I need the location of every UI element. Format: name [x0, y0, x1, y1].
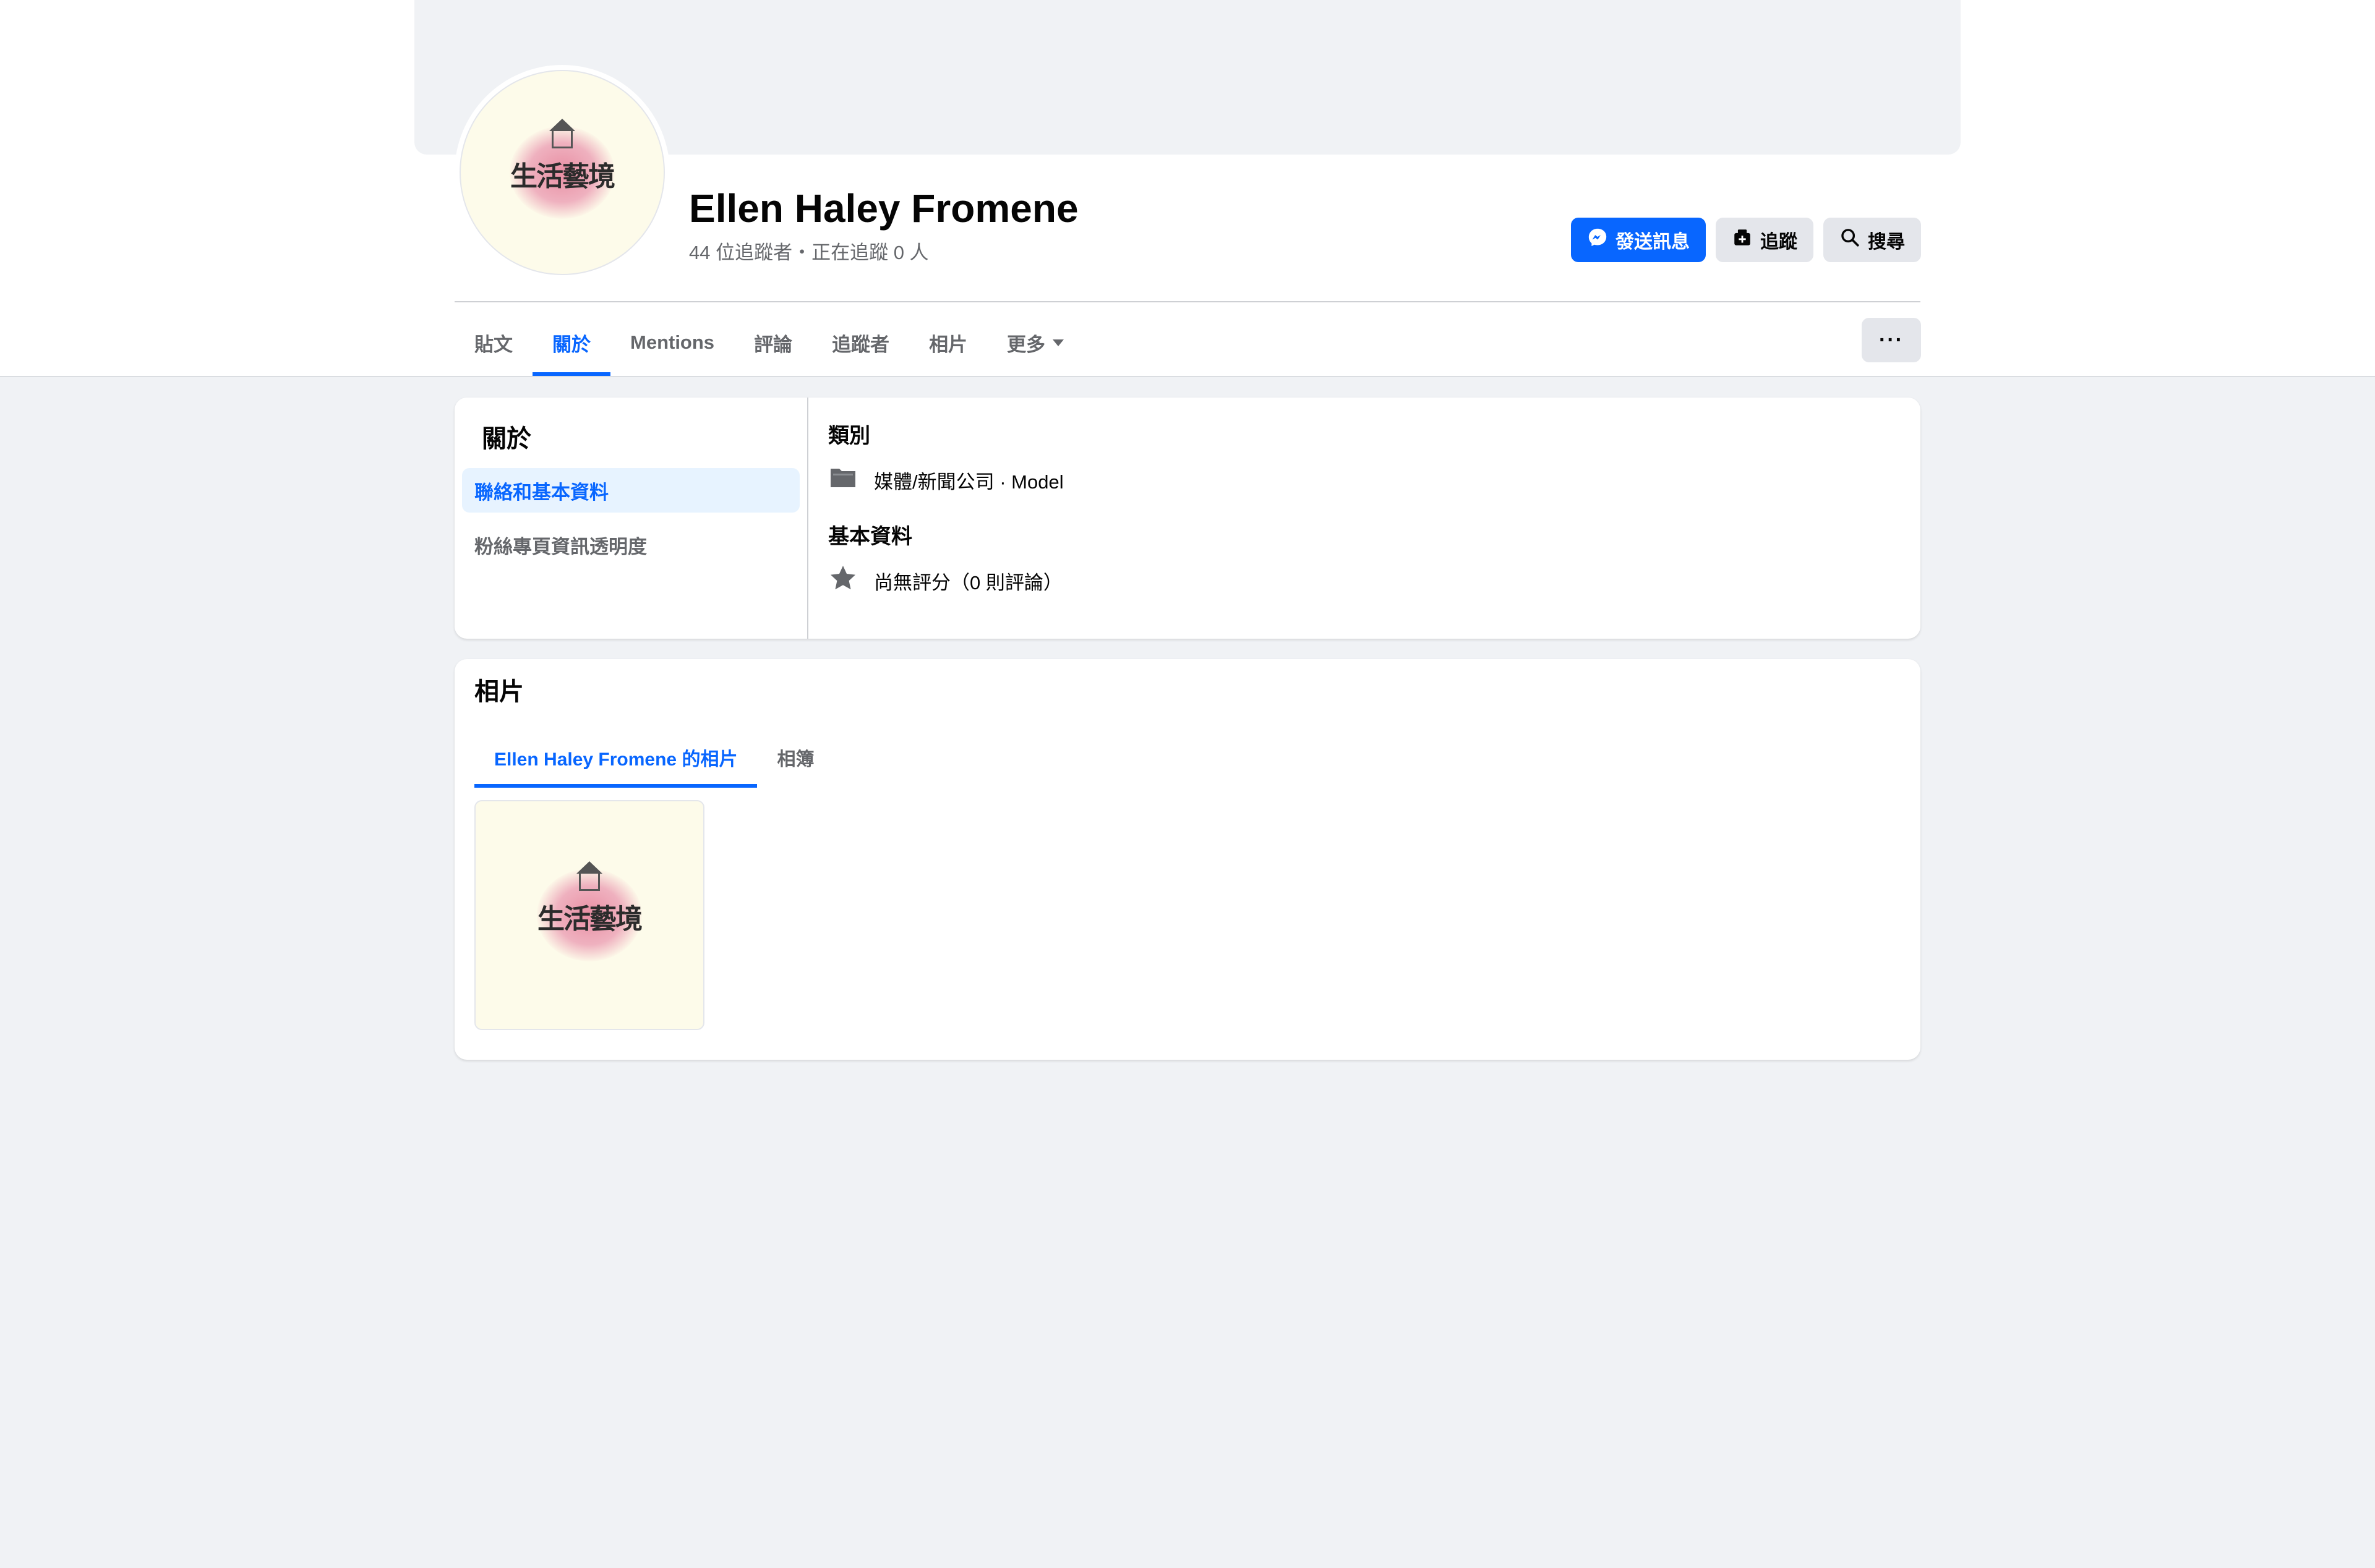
- profile-tabs: 貼文 關於 Mentions 評論 追蹤者 相片 更多: [455, 309, 1084, 376]
- tab-more-label: 更多: [1007, 333, 1046, 356]
- profile-name: Ellen Haley Fromene: [689, 186, 1079, 231]
- send-message-label: 發送訊息: [1615, 232, 1690, 252]
- about-title: 關於: [482, 425, 531, 453]
- tab-followers[interactable]: 追蹤者: [812, 309, 909, 376]
- category-row: 媒體/新聞公司 · Model: [828, 462, 1896, 497]
- chevron-down-icon: [1053, 339, 1064, 346]
- profile-actions: 發送訊息 追蹤 搜尋: [1571, 218, 1921, 262]
- header-divider: [455, 301, 1920, 302]
- about-sidebar: 關於 聯絡和基本資料 粉絲專頁資訊透明度: [455, 398, 808, 639]
- category-value[interactable]: 媒體/新聞公司 · Model: [874, 466, 1064, 494]
- category-title: 類別: [828, 424, 870, 448]
- follow-label: 追蹤: [1760, 232, 1797, 252]
- messenger-icon: [1587, 227, 1608, 253]
- search-button[interactable]: 搜尋: [1823, 218, 1921, 262]
- brand-logo: 生活藝境: [537, 861, 643, 961]
- search-label: 搜尋: [1868, 232, 1905, 252]
- search-icon: [1839, 227, 1860, 253]
- about-nav-page-transparency[interactable]: 粉絲專頁資訊透明度: [462, 522, 800, 567]
- tab-albums[interactable]: 相簿: [757, 727, 834, 788]
- tab-posts[interactable]: 貼文: [455, 309, 533, 376]
- photos-title[interactable]: 相片: [474, 671, 524, 707]
- send-message-button[interactable]: 發送訊息: [1571, 218, 1706, 262]
- more-options-button[interactable]: ···: [1862, 318, 1921, 362]
- tab-about[interactable]: 關於: [533, 309, 610, 376]
- category-icon: [828, 462, 858, 497]
- avatar-image: 生活藝境: [460, 70, 665, 275]
- rating-value: 尚無評分（0 則評論）: [874, 571, 1063, 594]
- photos-card: 相片 Ellen Haley Fromene 的相片 相簿 生活藝境: [455, 659, 1920, 1060]
- basic-info-title: 基本資料: [828, 525, 912, 548]
- brand-logo: 生活藝境: [510, 119, 615, 219]
- star-icon: [828, 563, 858, 598]
- follow-button[interactable]: 追蹤: [1716, 218, 1813, 262]
- about-card: 關於 聯絡和基本資料 粉絲專頁資訊透明度 類別 媒體/新聞公司 · Model …: [455, 398, 1920, 639]
- logo-text: 生活藝境: [510, 161, 615, 192]
- photo-tabs: Ellen Haley Fromene 的相片 相簿: [474, 727, 834, 788]
- rating-row: 尚無評分（0 則評論）: [828, 563, 1896, 598]
- photo-thumbnail[interactable]: 生活藝境: [474, 800, 704, 1030]
- tab-more[interactable]: 更多: [987, 309, 1084, 376]
- tab-photos[interactable]: 相片: [909, 309, 987, 376]
- follower-count[interactable]: 44 位追蹤者・正在追蹤 0 人: [689, 237, 929, 265]
- tab-mentions[interactable]: Mentions: [610, 309, 734, 376]
- logo-text: 生活藝境: [537, 903, 643, 935]
- profile-avatar[interactable]: 生活藝境: [455, 65, 670, 280]
- about-content: 類別 媒體/新聞公司 · Model 基本資料 尚無評分（0 則評論）: [828, 416, 1896, 620]
- profile-header: 生活藝境 Ellen Haley Fromene 44 位追蹤者・正在追蹤 0 …: [0, 0, 2375, 377]
- tab-reviews[interactable]: 評論: [734, 309, 812, 376]
- follow-icon: [1732, 227, 1753, 253]
- tab-user-photos[interactable]: Ellen Haley Fromene 的相片: [474, 727, 758, 788]
- about-nav-contact-basic-info[interactable]: 聯絡和基本資料: [462, 468, 800, 513]
